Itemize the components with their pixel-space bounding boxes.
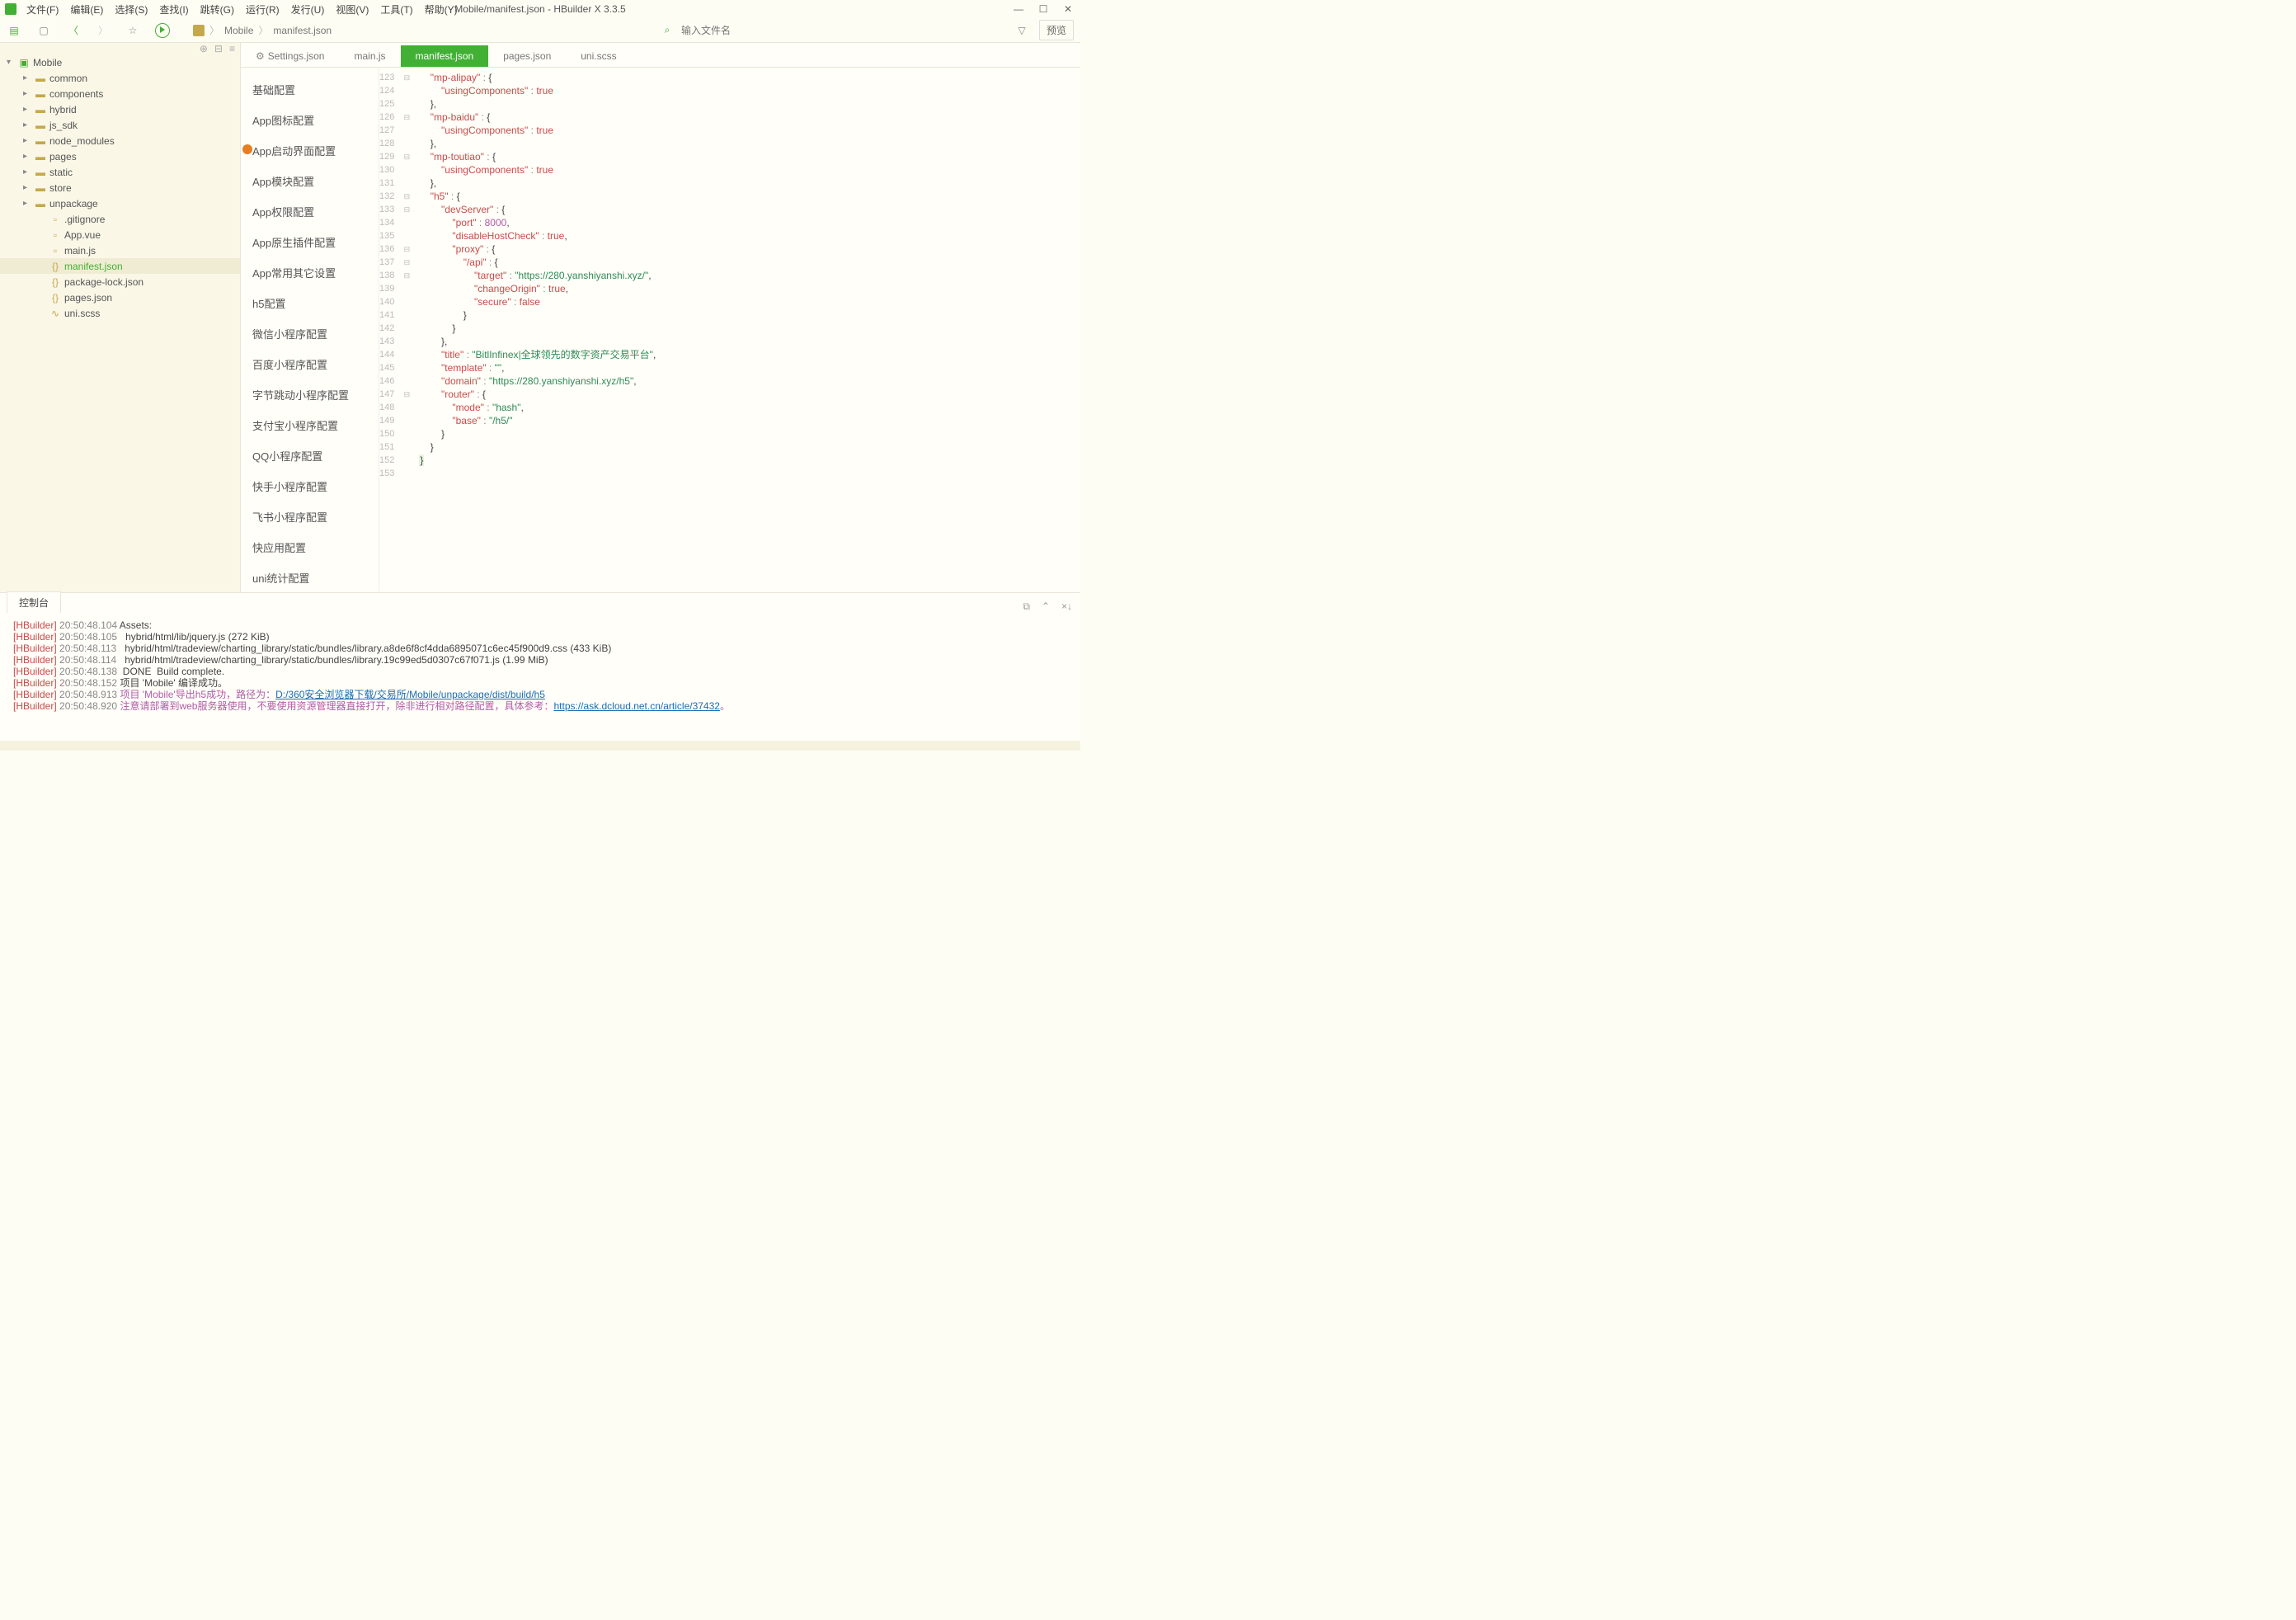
tree-item[interactable]: ∿uni.scss: [0, 305, 240, 321]
tree-item[interactable]: ▫main.js: [0, 243, 240, 258]
console-tab[interactable]: 控制台: [7, 591, 61, 613]
fold-column: ⊟⊟⊟⊟⊟⊟⊟⊟⊟: [401, 68, 412, 592]
tree-item[interactable]: {}package-lock.json: [0, 274, 240, 290]
menu-item[interactable]: 选择(S): [110, 1, 153, 18]
toolbar: ▤ ▢ 〈 〉 ☆ 〉 Mobile 〉 manifest.json ⌕ ▽ 预…: [0, 18, 1080, 43]
menu-item[interactable]: 视图(V): [331, 1, 374, 18]
config-nav-item[interactable]: h5配置: [241, 288, 379, 318]
console-popout-icon[interactable]: ⧉: [1023, 600, 1030, 613]
config-nav-item[interactable]: App启动界面配置: [241, 135, 379, 166]
config-nav-item[interactable]: 支付宝小程序配置: [241, 410, 379, 440]
config-nav-item[interactable]: App常用其它设置: [241, 257, 379, 288]
menu-item[interactable]: 文件(F): [21, 1, 64, 18]
search-icon[interactable]: ⌕: [660, 23, 675, 38]
config-nav: 基础配置App图标配置App启动界面配置App模块配置App权限配置App原生插…: [241, 68, 379, 592]
back-icon[interactable]: 〈: [66, 23, 81, 38]
menu-item[interactable]: 跳转(G): [195, 1, 239, 18]
editor-tabs: ⚙Settings.jsonmain.jsmanifest.jsonpages.…: [241, 43, 1080, 68]
menu-item[interactable]: 编辑(E): [65, 1, 108, 18]
menu-icon[interactable]: ≡: [229, 43, 235, 54]
run-icon[interactable]: [155, 23, 170, 38]
preview-button[interactable]: 预览: [1039, 20, 1074, 40]
tree-item[interactable]: ▸▬common: [0, 70, 240, 86]
editor-tab[interactable]: pages.json: [488, 45, 566, 67]
config-nav-item[interactable]: 百度小程序配置: [241, 349, 379, 379]
menu-item[interactable]: 运行(R): [241, 1, 285, 18]
console-output[interactable]: [HBuilder] 20:50:48.104 Assets:[HBuilder…: [0, 613, 1080, 741]
line-gutter: 1231241251261271281291301311321331341351…: [379, 68, 401, 592]
config-nav-item[interactable]: 字节跳动小程序配置: [241, 379, 379, 410]
tree-item[interactable]: ▸▬node_modules: [0, 133, 240, 148]
source-code[interactable]: "mp-alipay" : { "usingComponents" : true…: [412, 68, 656, 592]
config-nav-item[interactable]: 快手小程序配置: [241, 471, 379, 502]
config-nav-item[interactable]: 基础配置: [241, 74, 379, 105]
add-icon[interactable]: ⊕: [200, 43, 208, 54]
config-nav-item[interactable]: App模块配置: [241, 166, 379, 196]
folder-icon: [193, 25, 205, 36]
collapse-icon[interactable]: ⊟: [214, 43, 223, 54]
statusbar: [0, 741, 1080, 751]
sidebar: ⊕ ⊟ ≡ ▾▣Mobile▸▬common▸▬components▸▬hybr…: [0, 43, 241, 592]
config-nav-item[interactable]: App权限配置: [241, 196, 379, 227]
config-nav-item[interactable]: App图标配置: [241, 105, 379, 135]
save-icon[interactable]: ▢: [36, 23, 51, 38]
breadcrumb: 〉 Mobile 〉 manifest.json: [193, 23, 332, 37]
tree-item[interactable]: ▫.gitignore: [0, 211, 240, 227]
menu-bar: 文件(F)编辑(E)选择(S)查找(I)跳转(G)运行(R)发行(U)视图(V)…: [21, 1, 463, 18]
file-tree: ▾▣Mobile▸▬common▸▬components▸▬hybrid▸▬js…: [0, 54, 240, 592]
editor-tab[interactable]: manifest.json: [401, 45, 489, 67]
tree-item[interactable]: ▸▬hybrid: [0, 101, 240, 117]
new-file-icon[interactable]: ▤: [7, 23, 21, 38]
tree-item[interactable]: {}pages.json: [0, 290, 240, 305]
editor-tab[interactable]: uni.scss: [566, 45, 631, 67]
tree-item[interactable]: ▾▣Mobile: [0, 54, 240, 70]
search-input[interactable]: [680, 23, 1009, 38]
editor: ⚙Settings.jsonmain.jsmanifest.jsonpages.…: [241, 43, 1080, 592]
star-icon[interactable]: ☆: [125, 23, 140, 38]
console-panel: 控制台 ⧉ ⌃ ×↓ [HBuilder] 20:50:48.104 Asset…: [0, 592, 1080, 741]
maximize-button[interactable]: ☐: [1031, 0, 1056, 18]
editor-tab[interactable]: main.js: [339, 45, 400, 67]
config-nav-item[interactable]: uni统计配置: [241, 563, 379, 592]
titlebar: 文件(F)编辑(E)选择(S)查找(I)跳转(G)运行(R)发行(U)视图(V)…: [0, 0, 1080, 18]
tree-item[interactable]: ▫App.vue: [0, 227, 240, 243]
filter-icon[interactable]: ▽: [1014, 23, 1029, 38]
config-nav-item[interactable]: App原生插件配置: [241, 227, 379, 257]
code-editor[interactable]: 1231241251261271281291301311321331341351…: [379, 68, 1080, 592]
config-nav-item[interactable]: QQ小程序配置: [241, 440, 379, 471]
menu-item[interactable]: 工具(T): [375, 1, 417, 18]
breadcrumb-project[interactable]: Mobile: [224, 25, 253, 36]
config-nav-item[interactable]: 微信小程序配置: [241, 318, 379, 349]
tree-item[interactable]: ▸▬static: [0, 164, 240, 180]
menu-item[interactable]: 发行(U): [286, 1, 330, 18]
console-close-icon[interactable]: ×↓: [1061, 600, 1072, 613]
config-nav-item[interactable]: 飞书小程序配置: [241, 502, 379, 532]
app-icon: [5, 3, 16, 15]
tree-item[interactable]: ▸▬js_sdk: [0, 117, 240, 133]
menu-item[interactable]: 查找(I): [154, 1, 193, 18]
tree-item[interactable]: ▸▬pages: [0, 148, 240, 164]
breadcrumb-file[interactable]: manifest.json: [273, 25, 332, 36]
minimize-button[interactable]: ―: [1006, 0, 1031, 18]
console-collapse-icon[interactable]: ⌃: [1042, 600, 1050, 613]
close-button[interactable]: ✕: [1056, 0, 1080, 18]
tree-item[interactable]: ▸▬components: [0, 86, 240, 101]
editor-tab[interactable]: ⚙Settings.json: [241, 45, 339, 67]
tree-item[interactable]: {}manifest.json: [0, 258, 240, 274]
tree-item[interactable]: ▸▬unpackage: [0, 195, 240, 211]
tree-item[interactable]: ▸▬store: [0, 180, 240, 195]
forward-icon[interactable]: 〉: [96, 23, 111, 38]
config-nav-item[interactable]: 快应用配置: [241, 532, 379, 563]
window-title: Mobile/manifest.json - HBuilder X 3.3.5: [454, 3, 625, 15]
